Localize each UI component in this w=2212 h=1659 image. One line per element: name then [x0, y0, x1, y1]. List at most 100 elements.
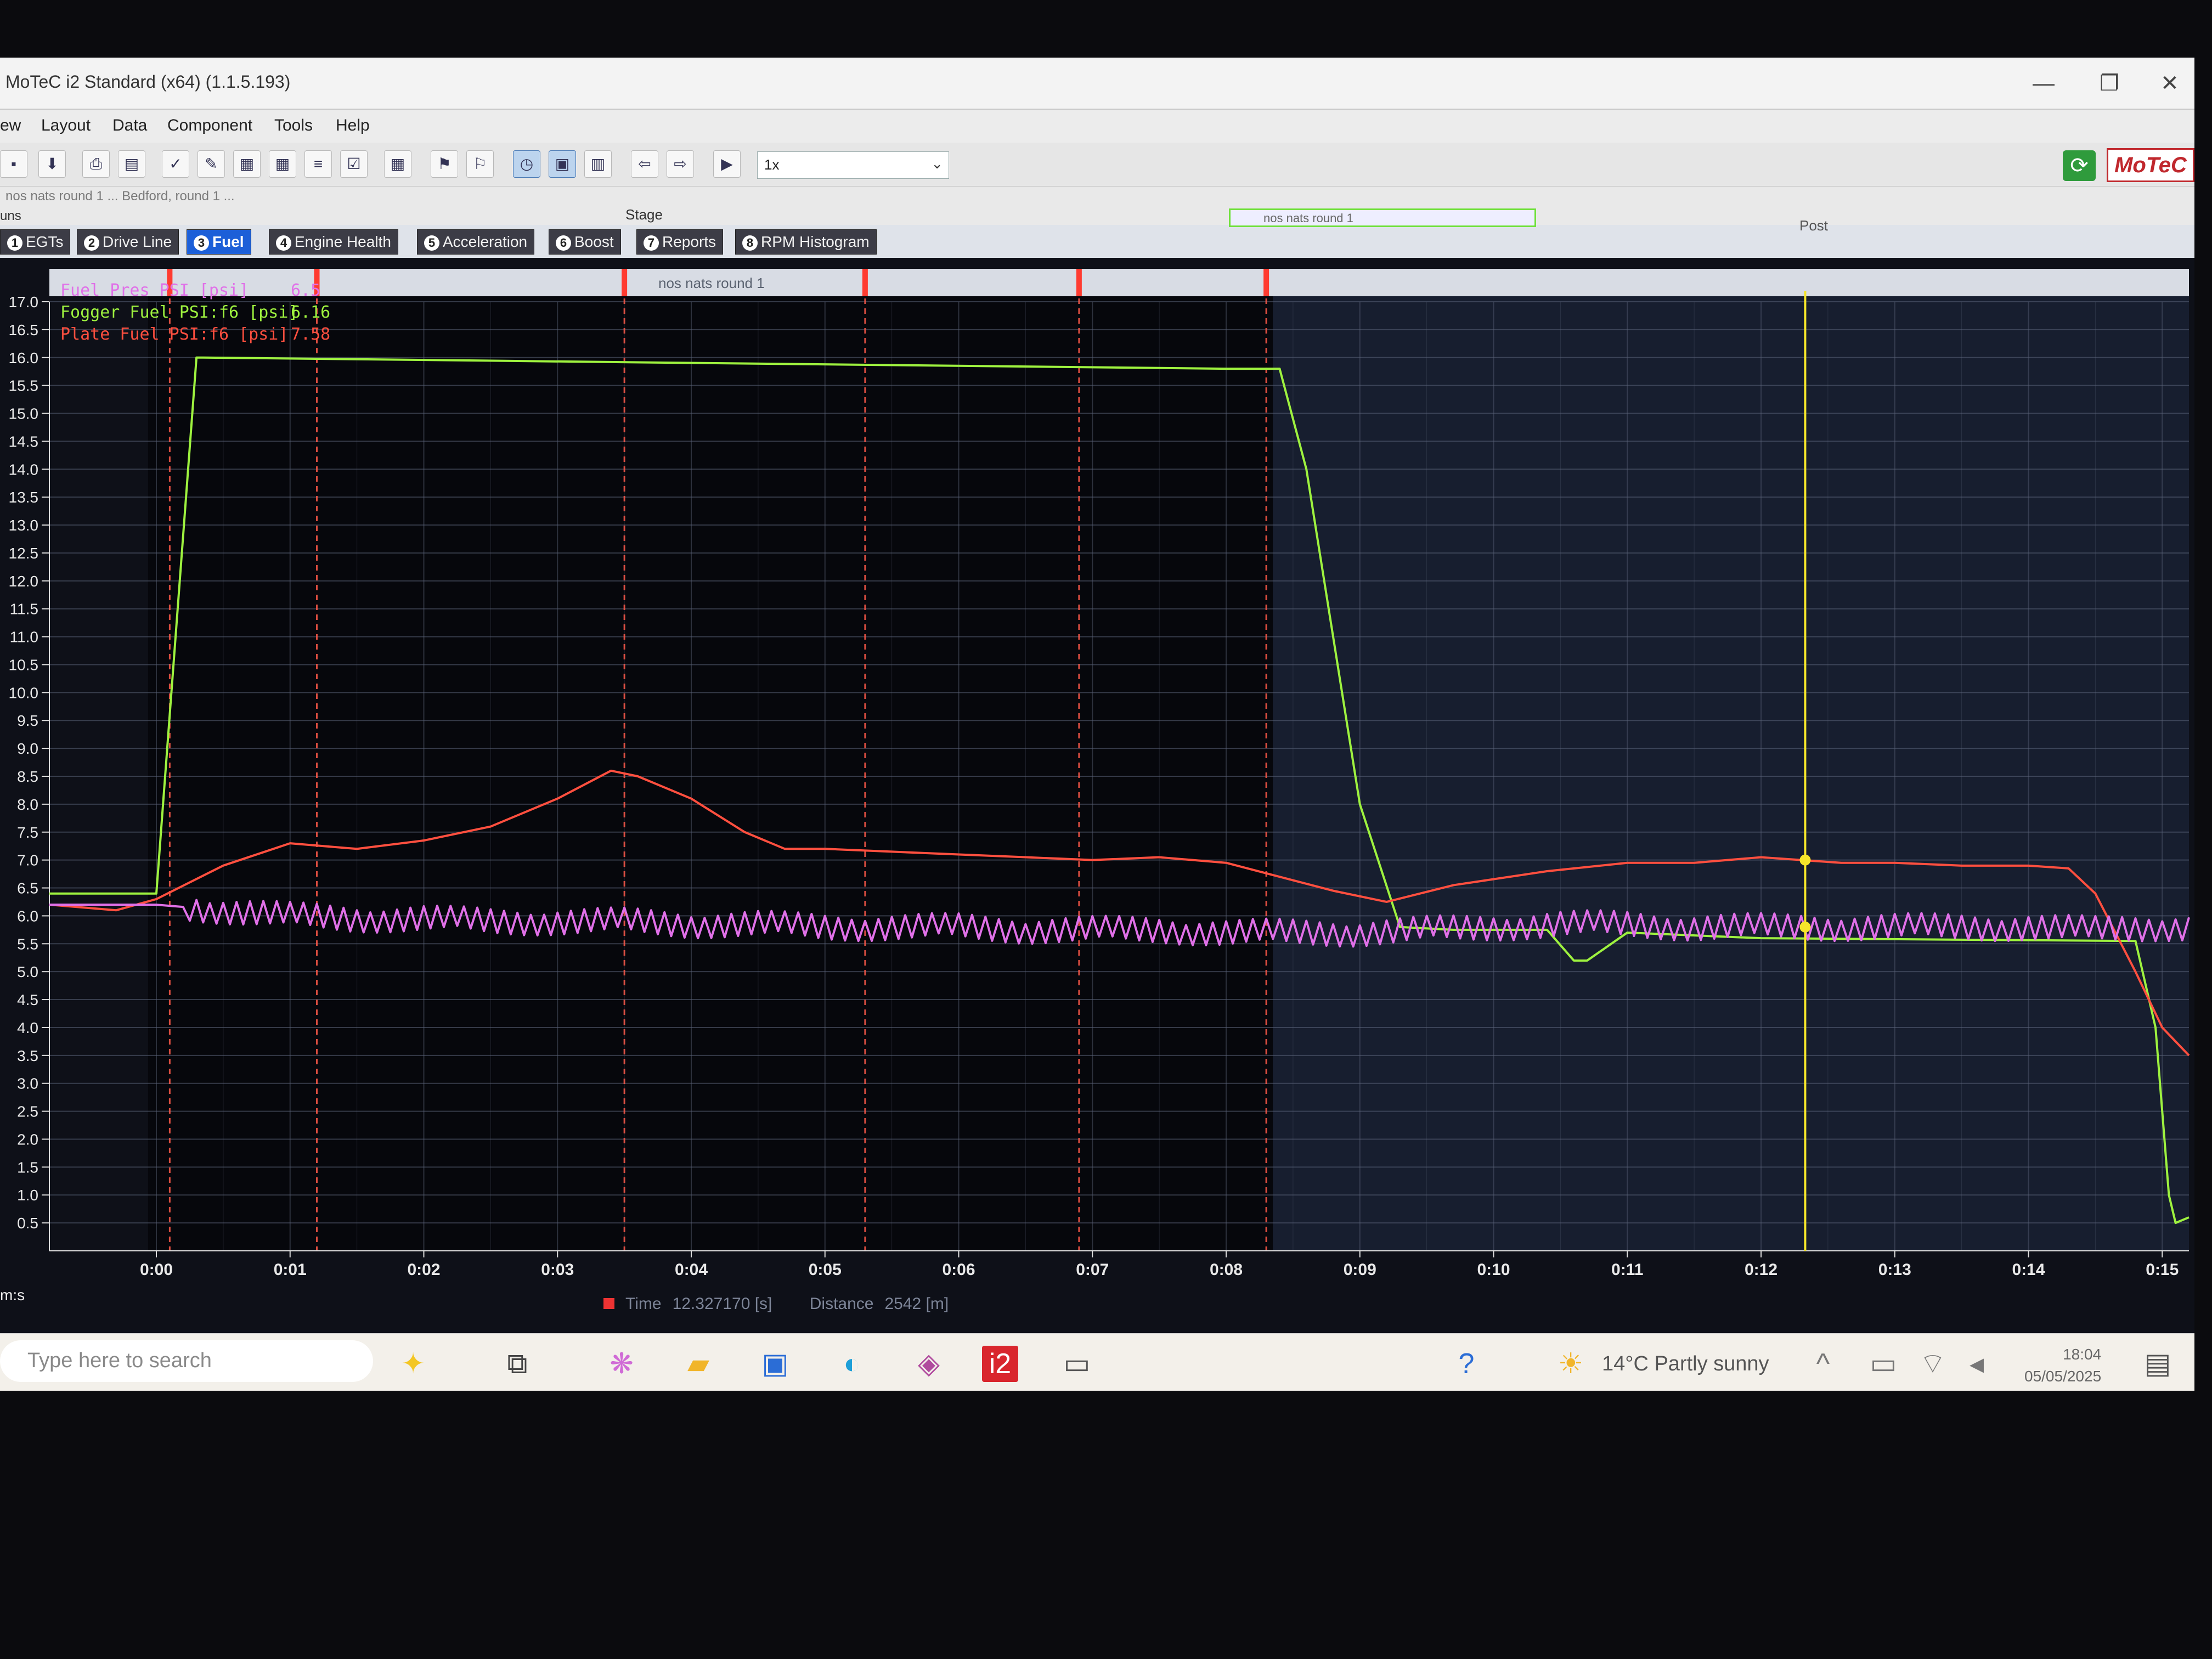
y-tick-label: 10.5: [9, 656, 39, 673]
tab-label: Drive Line: [103, 233, 172, 250]
taskbar-search[interactable]: Type here to search: [0, 1340, 373, 1382]
tab-label: EGTs: [26, 233, 64, 250]
y-tick-label: 12.5: [9, 545, 39, 562]
tab-boost[interactable]: 6 Boost: [549, 229, 621, 255]
time-value: 12.327170 [s]: [672, 1295, 772, 1313]
menu-component[interactable]: Component: [167, 116, 252, 135]
tab-reports[interactable]: 7 Reports: [636, 229, 724, 255]
tab-number: 2: [84, 235, 99, 251]
edit-icon[interactable]: ✎: [198, 150, 225, 178]
motec-i2-taskbar-icon[interactable]: i2: [982, 1346, 1018, 1382]
time-mode-icon[interactable]: ◷: [513, 150, 540, 178]
check-icon[interactable]: ☑: [340, 150, 368, 178]
help-icon[interactable]: ?: [1448, 1346, 1485, 1382]
y-tick-label: 3.0: [17, 1075, 38, 1092]
play-icon[interactable]: ▶: [713, 150, 741, 178]
motec-logo: MoTeC: [2107, 148, 2194, 182]
stage-range-bar[interactable]: nos nats round 1: [1229, 208, 1536, 227]
y-tick-label: 16.5: [9, 321, 39, 338]
marker-icon[interactable]: ⚑: [431, 150, 458, 178]
graph-canvas[interactable]: nos nats round 1 0.5 1.0 1.5 2.0 2.5 3.0 3.5 4.…: [0, 258, 2194, 1333]
y-tick-label: 14.5: [9, 433, 39, 450]
clock[interactable]: 18:04 05/05/2025: [2024, 1344, 2101, 1387]
menu-data[interactable]: Data: [112, 116, 147, 135]
tab-label: Boost: [574, 233, 614, 250]
print-icon[interactable]: ⎙: [82, 150, 110, 178]
download-icon[interactable]: ⬇: [38, 150, 66, 178]
worksheet-tabs: 1 EGTs 2 Drive Line 3 Fuel 4 Engine Health 5…: [0, 225, 2194, 258]
y-tick-label: 15.0: [9, 405, 39, 422]
wifi-icon[interactable]: ⌔: [1915, 1346, 1951, 1382]
y-tick-label: 11.5: [10, 601, 38, 618]
tab-number: 5: [424, 235, 439, 251]
back-icon[interactable]: ⇦: [631, 150, 658, 178]
close-button[interactable]: ✕: [2145, 64, 2194, 103]
playback-speed-select[interactable]: 1x ⌄: [757, 151, 949, 179]
x-tick-label: 0:07: [1076, 1261, 1109, 1279]
tab-acceleration[interactable]: 5 Acceleration: [417, 229, 535, 255]
y-tick-label: 0.5: [17, 1215, 38, 1232]
edge-browser-icon[interactable]: ◐: [834, 1346, 870, 1382]
maximize-button[interactable]: ❐: [2085, 64, 2134, 103]
time-distance-graph[interactable]: nos nats round 1 0.5 1.0 1.5 2.0 2.5 3.0 3.5 4.…: [0, 258, 2194, 1333]
store-icon[interactable]: ▣: [757, 1346, 793, 1382]
table-icon[interactable]: ▦: [269, 150, 296, 178]
battery-icon[interactable]: ▭: [1865, 1346, 1901, 1382]
x-tick-label: 0:03: [541, 1261, 574, 1279]
y-tick-label: 1.0: [17, 1187, 38, 1204]
refresh-icon[interactable]: ⟳: [2063, 150, 2096, 181]
menu-layout[interactable]: Layout: [41, 116, 91, 135]
weather-text[interactable]: 14°C Partly sunny: [1602, 1352, 1769, 1376]
chevron-down-icon: ⌄: [931, 155, 943, 172]
info-bar: nos nats round 1 ... Bedford, round 1 ..…: [0, 187, 2194, 234]
menu-bar: ew Layout Data Component Tools Help: [0, 110, 2194, 143]
task-view-icon[interactable]: ⧉: [499, 1346, 535, 1382]
copilot-sparkle-icon[interactable]: ✦: [395, 1346, 431, 1382]
x-tick-label: 0:02: [407, 1261, 440, 1279]
forward-icon[interactable]: ⇨: [667, 150, 694, 178]
y-tick-label: 8.0: [17, 796, 38, 813]
y-tick-label: 3.5: [17, 1047, 38, 1064]
list-icon[interactable]: ≡: [304, 150, 332, 178]
print-preview-icon[interactable]: ▤: [118, 150, 145, 178]
app-icon[interactable]: ◈: [911, 1346, 947, 1382]
y-tick-label: 12.0: [9, 573, 39, 590]
volume-icon[interactable]: ◂: [1959, 1346, 1995, 1382]
tab-label: RPM Histogram: [761, 233, 870, 250]
stage-label: Stage: [625, 206, 663, 223]
y-tick-label: 17.0: [9, 294, 39, 311]
tab-label: Reports: [662, 233, 716, 250]
tab-number: 8: [742, 235, 758, 251]
file-explorer-icon[interactable]: ▰: [680, 1346, 716, 1382]
notifications-icon[interactable]: ▤: [2140, 1346, 2176, 1382]
tab-rpm-histogram[interactable]: 8 RPM Histogram: [735, 229, 877, 255]
segment-marker-tab: [622, 269, 628, 296]
cursor-point-fogger: [1799, 921, 1811, 933]
tab-egts[interactable]: 1 EGTs: [0, 229, 71, 255]
overlay-icon[interactable]: ▣: [549, 150, 576, 178]
segment-marker-tab: [1076, 269, 1082, 296]
grid-icon[interactable]: ▦: [384, 150, 411, 178]
y-tick-label: 2.0: [17, 1131, 38, 1148]
y-tick-label: 16.0: [9, 349, 39, 366]
minimize-button[interactable]: —: [2019, 64, 2068, 103]
flag-icon[interactable]: ⚐: [466, 150, 494, 178]
film-icon[interactable]: ▥: [584, 150, 612, 178]
menu-tools[interactable]: Tools: [274, 116, 313, 135]
layout-icon[interactable]: ▦: [233, 150, 261, 178]
menu-help[interactable]: Help: [336, 116, 370, 135]
tab-fuel[interactable]: 3 Fuel: [187, 229, 251, 255]
window-icon[interactable]: ▭: [1059, 1346, 1095, 1382]
save-icon[interactable]: ▪: [0, 150, 27, 178]
tab-engine-health[interactable]: 4 Engine Health: [269, 229, 398, 255]
chevron-up-icon[interactable]: ^: [1805, 1346, 1841, 1382]
copilot-icon[interactable]: ❋: [603, 1346, 640, 1382]
weather-icon[interactable]: ☀: [1553, 1346, 1589, 1382]
menu-view[interactable]: ew: [0, 116, 21, 135]
segment-ruler: [49, 269, 2189, 296]
tab-drive-line[interactable]: 2 Drive Line: [77, 229, 179, 255]
channel-icon[interactable]: ✓: [162, 150, 189, 178]
file-info: nos nats round 1 ... Bedford, round 1 ..…: [5, 189, 235, 204]
y-tick-label: 14.0: [9, 461, 39, 478]
tab-label: Acceleration: [443, 233, 528, 250]
